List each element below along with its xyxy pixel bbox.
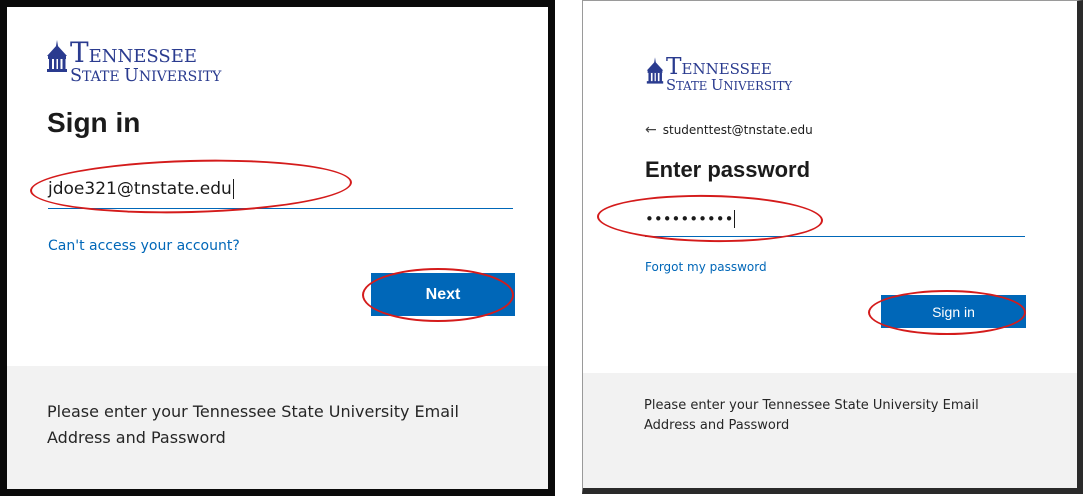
forgot-password-link[interactable]: Forgot my password bbox=[645, 260, 767, 274]
university-building-icon bbox=[47, 40, 67, 72]
password-masked-value: •••••••••• bbox=[645, 210, 734, 228]
next-button[interactable]: Next bbox=[371, 273, 515, 316]
email-field[interactable]: jdoe321@tnstate.edu bbox=[48, 167, 513, 209]
university-building-icon bbox=[646, 57, 664, 84]
footer-instructions: Please enter your Tennessee State Univer… bbox=[47, 402, 459, 447]
email-value: jdoe321@tnstate.edu bbox=[48, 179, 232, 199]
tsu-logo: TENNESSEE STATE UNIVERSITY bbox=[46, 36, 222, 86]
account-identity-row[interactable]: ← studenttest@tnstate.edu bbox=[645, 122, 813, 138]
back-arrow-icon[interactable]: ← bbox=[645, 122, 657, 138]
password-field[interactable]: •••••••••• bbox=[645, 199, 1025, 237]
signin-panel-password: TENNESSEE STATE UNIVERSITY ← studenttest… bbox=[582, 0, 1083, 494]
page-title: Enter password bbox=[645, 157, 811, 182]
footer-banner: Please enter your Tennessee State Univer… bbox=[583, 373, 1077, 488]
page-title: Sign in bbox=[47, 107, 141, 138]
text-caret bbox=[232, 179, 234, 199]
logo-wordmark: TENNESSEE STATE UNIVERSITY bbox=[666, 53, 793, 94]
signin-panel-email: TENNESSEE STATE UNIVERSITY Sign in jdoe3… bbox=[0, 0, 555, 496]
tsu-logo: TENNESSEE STATE UNIVERSITY bbox=[646, 53, 793, 94]
footer-instructions: Please enter your Tennessee State Univer… bbox=[644, 398, 979, 433]
text-caret bbox=[734, 210, 736, 228]
account-email: studenttest@tnstate.edu bbox=[662, 123, 813, 137]
logo-wordmark: TENNESSEE STATE UNIVERSITY bbox=[70, 36, 222, 86]
sign-in-button[interactable]: Sign in bbox=[881, 295, 1026, 328]
footer-banner: Please enter your Tennessee State Univer… bbox=[7, 366, 548, 489]
cant-access-account-link[interactable]: Can't access your account? bbox=[48, 238, 240, 254]
